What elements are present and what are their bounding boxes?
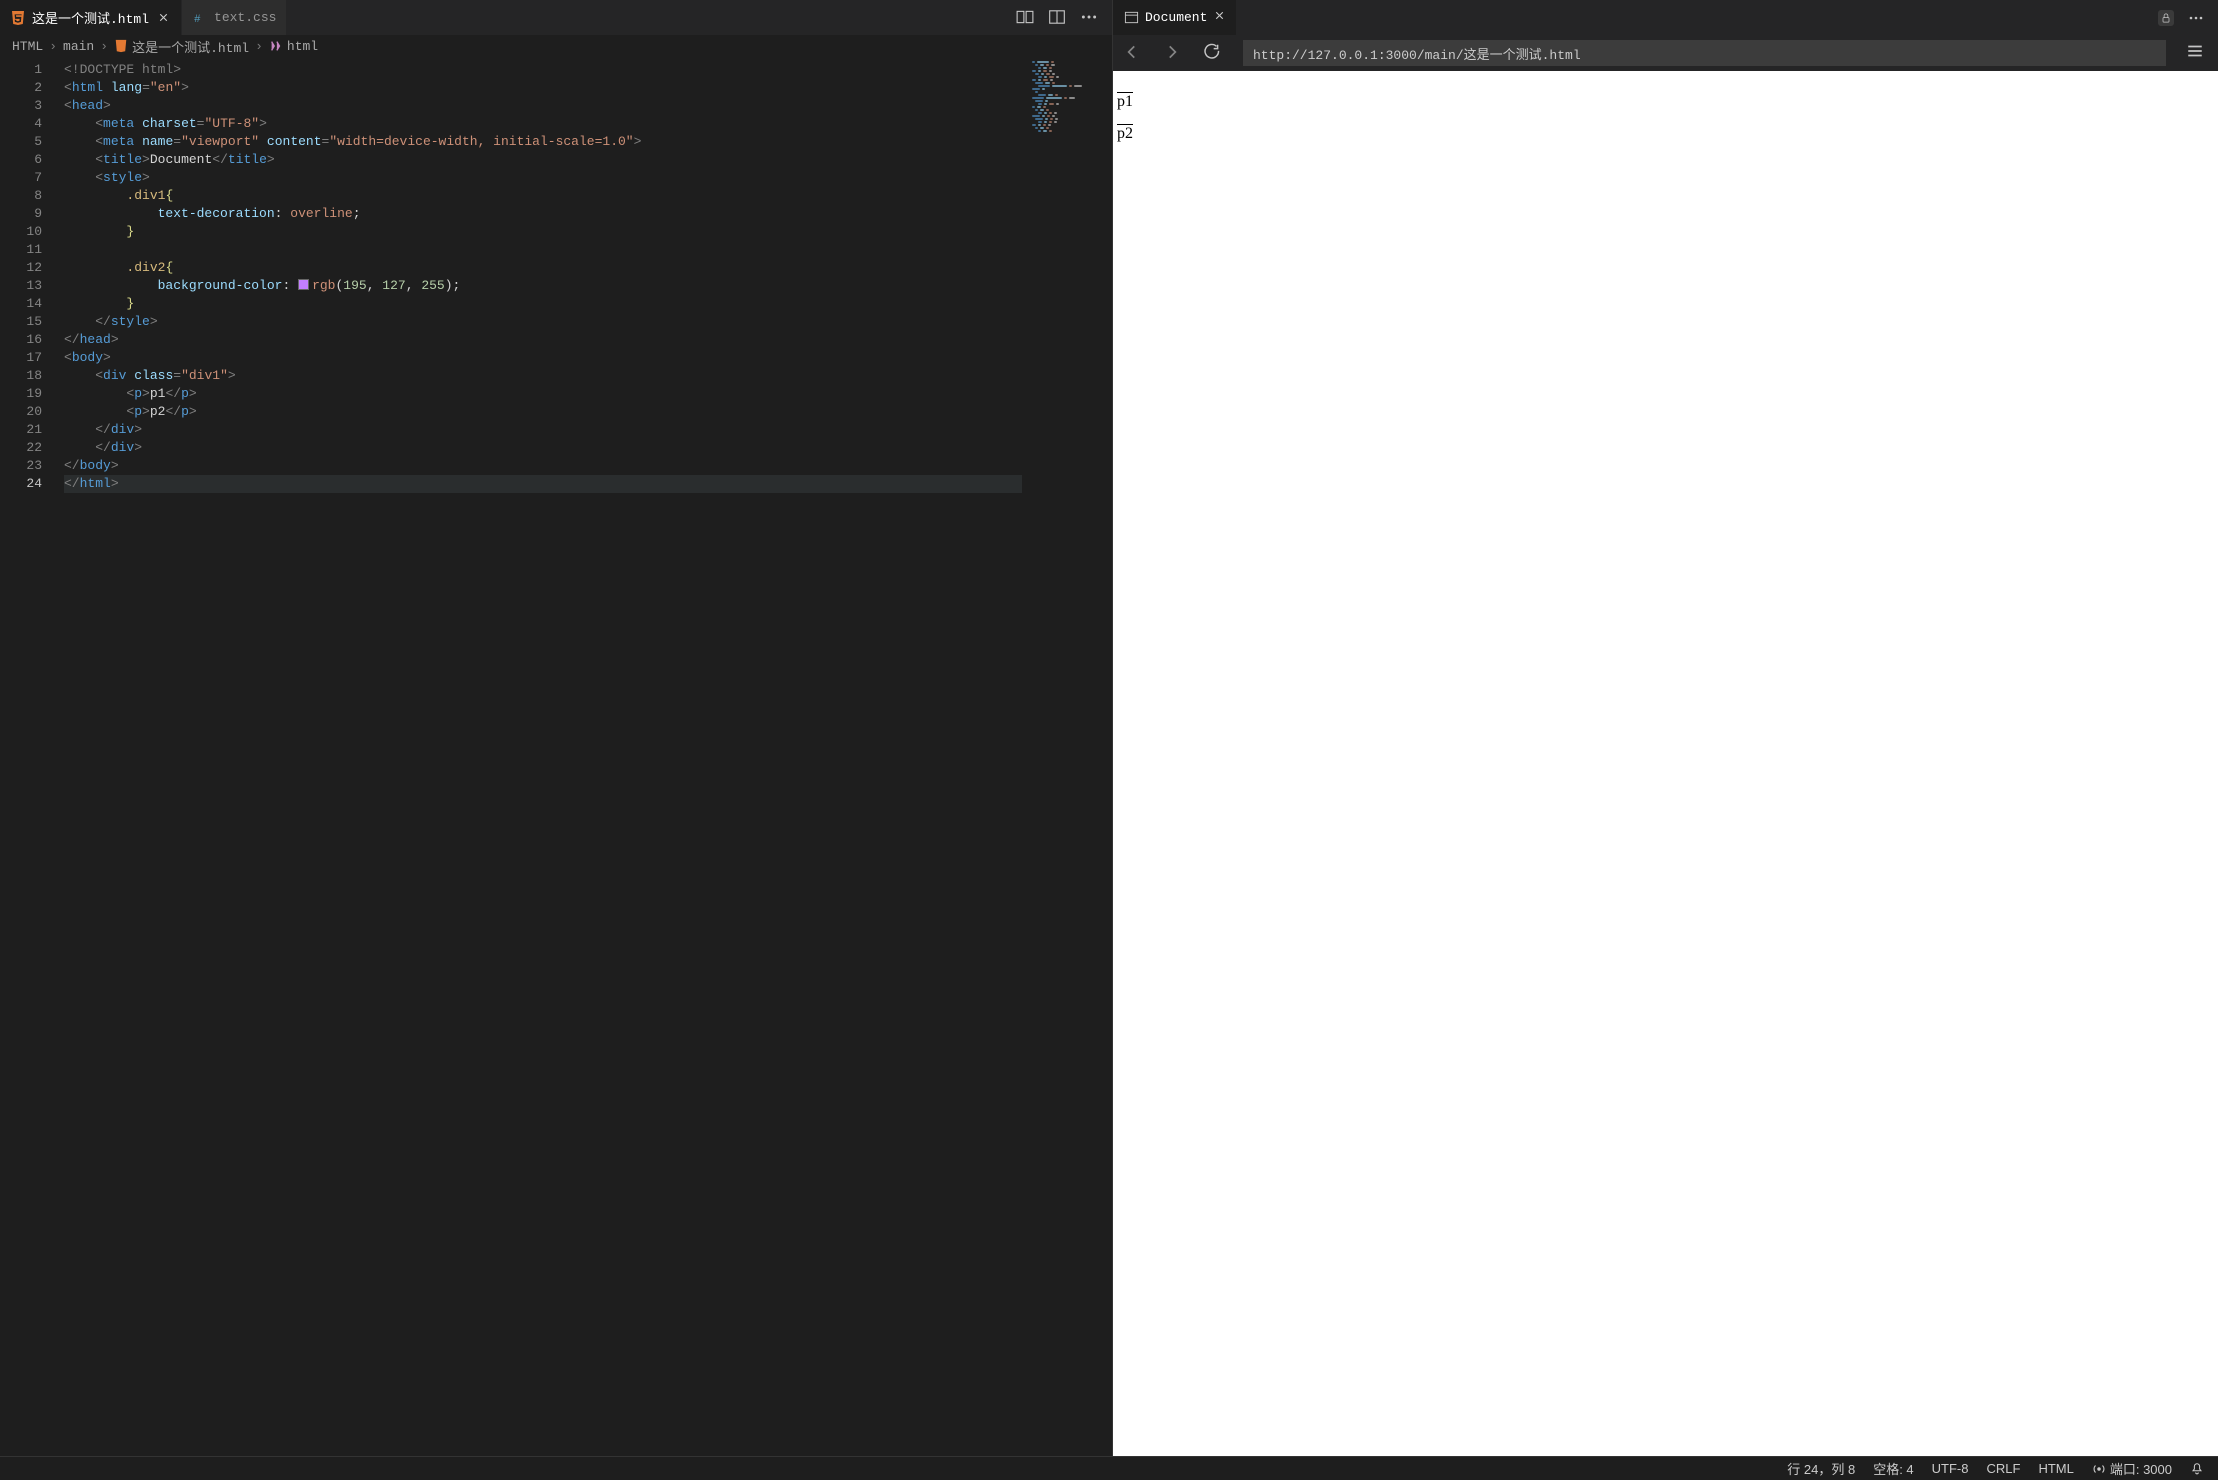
- editor-tabs-bar: 这是一个测试.html # text.css: [0, 0, 1112, 35]
- chevron-right-icon: ›: [49, 39, 57, 54]
- preview-document: p1 p2: [1113, 71, 2218, 1456]
- preview-toolbar: [1113, 35, 2218, 71]
- status-spaces[interactable]: 空格: 4: [1873, 1459, 1913, 1478]
- status-cursor[interactable]: 行 24，列 8: [1787, 1459, 1855, 1478]
- breadcrumb-item[interactable]: main: [63, 39, 94, 54]
- preview-actions: [2158, 0, 2218, 35]
- main-split: 这是一个测试.html # text.css: [0, 0, 2218, 1456]
- preview-tab[interactable]: Document: [1113, 0, 1236, 35]
- preview-tabs-bar: Document: [1113, 0, 2218, 35]
- line-number-gutter: 123456789101112131415161718192021222324: [0, 57, 64, 1456]
- tab-css-file[interactable]: # text.css: [182, 0, 287, 35]
- code-editor[interactable]: 123456789101112131415161718192021222324 …: [0, 57, 1112, 1456]
- preview-p1: p1: [1117, 93, 2214, 111]
- preview-pane: Document: [1113, 0, 2218, 1456]
- preview-icon: [1123, 10, 1139, 26]
- back-icon[interactable]: [1123, 43, 1143, 63]
- tab-actions: [1016, 0, 1112, 35]
- tab-label: 这是一个测试.html: [32, 8, 149, 27]
- reload-icon[interactable]: [1203, 43, 1223, 63]
- status-bar: 行 24，列 8 空格: 4 UTF-8 CRLF HTML 端口: 3000: [0, 1456, 2218, 1480]
- broadcast-icon: [2092, 1462, 2106, 1476]
- breadcrumb-item[interactable]: HTML: [12, 39, 43, 54]
- address-input[interactable]: [1243, 40, 2166, 66]
- status-encoding[interactable]: UTF-8: [1932, 1461, 1969, 1476]
- menu-icon[interactable]: [2186, 42, 2208, 64]
- editor-pane: 这是一个测试.html # text.css: [0, 0, 1113, 1456]
- chevron-right-icon: ›: [255, 39, 263, 54]
- tab-label: text.css: [214, 10, 276, 25]
- breadcrumb[interactable]: HTML › main › 这是一个测试.html › html: [0, 35, 1112, 57]
- minimap[interactable]: [1022, 57, 1112, 1456]
- close-icon[interactable]: [155, 10, 171, 26]
- tab-html-file[interactable]: 这是一个测试.html: [0, 0, 182, 35]
- compare-changes-icon[interactable]: [1016, 8, 1036, 28]
- status-bell-icon[interactable]: [2190, 1462, 2204, 1476]
- more-actions-icon[interactable]: [2188, 10, 2204, 26]
- close-icon[interactable]: [1213, 9, 1226, 26]
- split-editor-icon[interactable]: [1048, 8, 1068, 28]
- status-port[interactable]: 端口: 3000: [2092, 1459, 2172, 1478]
- more-actions-icon[interactable]: [1080, 8, 1100, 28]
- preview-tab-label: Document: [1145, 10, 1207, 25]
- lock-icon[interactable]: [2158, 10, 2174, 26]
- chevron-right-icon: ›: [100, 39, 108, 54]
- forward-icon[interactable]: [1163, 43, 1183, 63]
- breadcrumb-item[interactable]: 这是一个测试.html: [114, 37, 249, 56]
- code-content[interactable]: <!DOCTYPE html><html lang="en"><head> <m…: [64, 57, 1022, 1456]
- breadcrumb-item[interactable]: html: [269, 39, 318, 54]
- svg-text:#: #: [194, 14, 201, 26]
- file-html-icon: [10, 10, 26, 26]
- status-language[interactable]: HTML: [2038, 1461, 2073, 1476]
- status-eol[interactable]: CRLF: [1987, 1461, 2021, 1476]
- file-css-icon: #: [192, 10, 208, 26]
- preview-p2: p2: [1117, 125, 2214, 143]
